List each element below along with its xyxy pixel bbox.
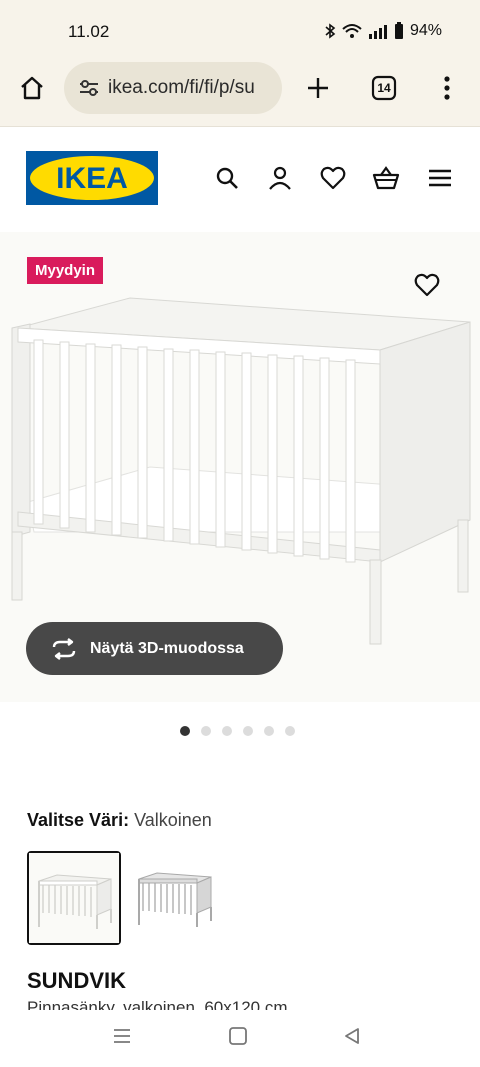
add-to-favourites-button[interactable]: [410, 268, 444, 302]
site-settings-icon: [80, 80, 98, 96]
site-header: IKEA: [0, 127, 480, 227]
color-option-white[interactable]: [27, 851, 121, 945]
gallery-pagination: [180, 726, 295, 736]
color-selection-label: Valitse Väri: Valkoinen: [27, 810, 212, 831]
gallery-dot[interactable]: [222, 726, 232, 736]
status-bar: 11.02 94%: [0, 0, 480, 62]
address-bar[interactable]: ikea.com/fi/fi/p/su: [64, 62, 282, 114]
gallery-dot[interactable]: [285, 726, 295, 736]
search-icon: [216, 167, 238, 189]
plus-icon: [308, 78, 328, 98]
bluetooth-icon: [325, 23, 336, 39]
system-navigation-bar: [0, 1010, 480, 1067]
heart-icon: [320, 166, 346, 190]
back-nav-button[interactable]: [342, 1026, 362, 1051]
gallery-dot[interactable]: [264, 726, 274, 736]
product-name: SUNDVIK: [27, 968, 127, 993]
new-tab-button[interactable]: [300, 70, 336, 106]
account-icon: [269, 166, 291, 190]
more-icon: [444, 76, 450, 100]
menu-button[interactable]: [425, 163, 455, 193]
product-description: Pinnasänky, valkoinen, 60x120 cm: [27, 998, 288, 1010]
ikea-logo[interactable]: IKEA: [26, 151, 158, 205]
battery-icon: [394, 22, 403, 39]
status-indicators: 94%: [324, 22, 442, 40]
battery-level: 94%: [409, 22, 442, 39]
color-option-grey[interactable]: [129, 851, 219, 941]
home-nav-button[interactable]: [228, 1026, 248, 1051]
tab-switcher-button[interactable]: 14: [368, 72, 400, 104]
square-home-icon: [229, 1027, 247, 1045]
color-thumbnail-image: [29, 853, 119, 943]
url-text: ikea.com/fi/fi/p/su: [108, 77, 255, 98]
heart-icon: [414, 273, 440, 297]
browser-menu-button[interactable]: [432, 70, 462, 106]
logo-mark: IKEA: [30, 156, 154, 200]
color-value: Valkoinen: [134, 810, 212, 830]
account-button[interactable]: [265, 163, 295, 193]
recents-button[interactable]: [112, 1026, 132, 1051]
color-thumbnail-image: [129, 851, 219, 941]
gallery-dot[interactable]: [243, 726, 253, 736]
wifi-icon: [342, 24, 362, 38]
rotate-3d-icon: [52, 637, 76, 660]
basket-button[interactable]: [371, 163, 401, 193]
tabs-count: 14: [377, 81, 391, 95]
home-button[interactable]: [14, 70, 50, 106]
gallery-dot[interactable]: [180, 726, 190, 736]
search-button[interactable]: [212, 163, 242, 193]
recents-icon: [114, 1029, 130, 1043]
back-triangle-icon: [345, 1028, 359, 1044]
view-3d-label: Näytä 3D-muodossa: [90, 639, 244, 657]
browser-toolbar: ikea.com/fi/fi/p/su 14: [0, 62, 480, 127]
basket-icon: [372, 166, 400, 190]
bestseller-badge: Myydyin: [27, 257, 104, 284]
gallery-dot[interactable]: [201, 726, 211, 736]
product-image-gallery[interactable]: Myydyin Näytä 3D-muodossa: [0, 232, 480, 702]
menu-icon: [429, 169, 451, 187]
color-label: Valitse Väri:: [27, 810, 130, 830]
favourites-button[interactable]: [318, 163, 348, 193]
logo-text: IKEA: [56, 162, 128, 195]
signal-icon: [368, 25, 387, 39]
home-icon: [21, 76, 43, 100]
status-time: 11.02: [68, 22, 110, 41]
view-3d-button[interactable]: Näytä 3D-muodossa: [26, 622, 283, 675]
